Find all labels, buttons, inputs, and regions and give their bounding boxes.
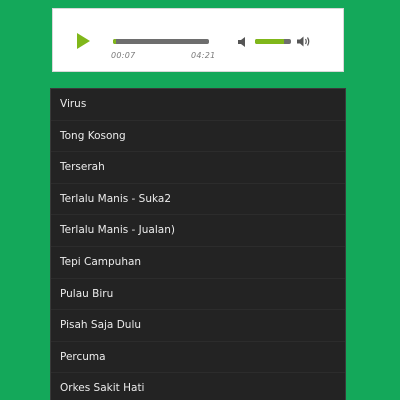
audio-player: 00:07 04:21	[52, 8, 344, 72]
playlist-item[interactable]: Virus	[51, 89, 345, 121]
speaker-volume-max-icon[interactable]	[297, 35, 311, 48]
seek-bar[interactable]	[113, 39, 209, 44]
playlist-item[interactable]: Tepi Campuhan	[51, 247, 345, 279]
playlist-item[interactable]: Pisah Saja Dulu	[51, 310, 345, 342]
playlist-item[interactable]: Terlalu Manis - Jualan)	[51, 215, 345, 247]
playlist-item[interactable]: Pulau Biru	[51, 279, 345, 311]
total-time: 04:21	[191, 51, 216, 60]
playlist-item[interactable]: Terserah	[51, 152, 345, 184]
speaker-mute-icon[interactable]	[237, 36, 249, 48]
playlist-item[interactable]: Tong Kosong	[51, 121, 345, 153]
playlist-item[interactable]: Terlalu Manis - Suka2	[51, 184, 345, 216]
current-time: 00:07	[111, 51, 136, 60]
playlist: Virus Tong Kosong Terserah Terlalu Manis - …	[50, 88, 346, 400]
playlist-item[interactable]: Percuma	[51, 342, 345, 374]
playlist-item[interactable]: Orkes Sakit Hati	[51, 373, 345, 400]
seek-progress	[113, 39, 116, 44]
volume-slider[interactable]	[255, 39, 291, 44]
play-icon[interactable]	[77, 33, 90, 49]
volume-level	[255, 39, 284, 44]
